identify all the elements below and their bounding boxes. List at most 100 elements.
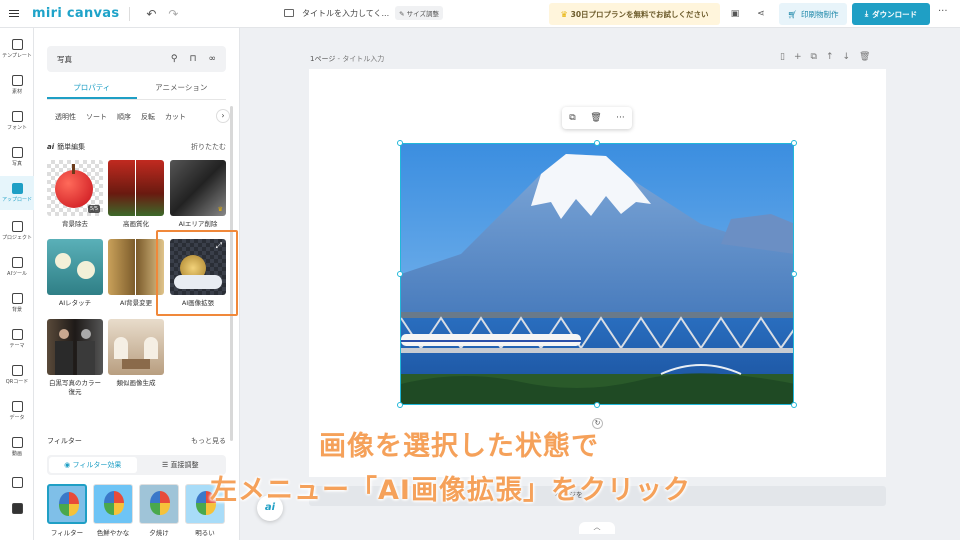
menu-icon[interactable] (0, 0, 28, 28)
collapse-button[interactable]: 折りたたむ (191, 142, 226, 152)
tool-ai-retouch[interactable]: AIレタッチ (47, 239, 103, 308)
download-icon: ⤓ (864, 9, 869, 18)
resize-handle-s[interactable] (594, 402, 600, 408)
rail-item-font[interactable]: フォント (0, 104, 34, 138)
rail-item-elements[interactable]: 素材 (0, 68, 34, 102)
tool-label: 背景除去 (62, 220, 88, 228)
filter-item[interactable]: 夕焼け (139, 484, 179, 537)
filter-label: 夕焼け (149, 529, 169, 537)
tab-filter-effects-label: フィルター効果 (72, 461, 122, 469)
easy-edit-header: ai 簡単編集 折りたたむ (47, 142, 226, 152)
rail-label: フォント (6, 125, 27, 131)
more-icon[interactable]: ··· (938, 6, 948, 17)
easy-edit-title: 簡単編集 (57, 143, 86, 151)
rail-item-data[interactable]: データ (0, 394, 34, 428)
rail-item-background[interactable]: 背景 (0, 286, 34, 320)
rail-item-ai-tools[interactable]: AIツール (0, 250, 34, 284)
resize-handle-se[interactable] (791, 402, 797, 408)
filter-item[interactable]: フィルター (47, 484, 87, 537)
upload-icon (11, 183, 23, 194)
rail-item-video[interactable]: 動画 (0, 430, 34, 464)
size-adjust-button[interactable]: ✎ サイズ調整 (395, 6, 443, 20)
rail-label: アップロード (1, 197, 32, 203)
resize-handle-nw[interactable] (397, 140, 403, 146)
link-icon[interactable]: ∞ (209, 54, 217, 64)
subtab-transparency[interactable]: 透明性 (55, 112, 76, 122)
share-icon[interactable]: ⋖ (753, 6, 769, 22)
document-title[interactable]: タイトルを入力してく... (302, 8, 389, 19)
undo-icon[interactable]: ↶ (140, 7, 162, 21)
rail-label: プロジェクト (1, 235, 32, 241)
subtab-sort[interactable]: ソート (86, 112, 107, 122)
subtab-order[interactable]: 順序 (117, 112, 131, 122)
property-subtabs: 透明性 ソート 順序 反転 カット › (47, 109, 230, 124)
subtab-flip[interactable]: 反転 (141, 112, 155, 122)
tool-colorize[interactable]: 白黒写真のカラー復元 (47, 319, 103, 397)
rail-item-shape[interactable] (0, 492, 34, 526)
subtab-cut[interactable]: カット (165, 112, 186, 122)
chevron-up-icon[interactable]: ︿ (579, 522, 615, 534)
folder-icon[interactable] (284, 9, 294, 17)
resize-handle-ne[interactable] (791, 140, 797, 146)
fuji-photo-illustration (401, 144, 793, 404)
filter-title: フィルター (47, 437, 82, 445)
resize-handle-e[interactable] (791, 271, 797, 277)
tab-animation[interactable]: アニメーション (137, 78, 227, 99)
move-down-icon[interactable]: ↓ (842, 52, 850, 62)
redo-icon[interactable]: ↷ (162, 7, 184, 21)
new-page-icon[interactable]: ▯ (780, 52, 785, 62)
pro-trial-banner[interactable]: ♛ 30日プロプランを無料でお試しください (549, 3, 720, 25)
rail-item-upload[interactable]: アップロード (0, 176, 34, 210)
app-logo[interactable]: miri canvas (32, 6, 119, 21)
rail-item-qr[interactable]: QRコード (0, 358, 34, 392)
rail-item-template[interactable]: テンプレート (0, 32, 34, 66)
filter-thumb (47, 484, 87, 524)
music-icon (11, 476, 23, 488)
photo-icon (11, 147, 23, 158)
usage-badge: 5/5 (87, 205, 100, 213)
panel-header-title: 写真 (57, 54, 72, 64)
selected-photo[interactable] (400, 143, 794, 405)
delete-page-icon[interactable]: 🗑︎ (859, 52, 870, 62)
more-options-icon[interactable]: ··· (616, 113, 625, 123)
paint-roller-icon[interactable]: ⚲ (171, 54, 178, 64)
chevron-right-icon[interactable]: › (216, 109, 230, 123)
rail-item-theme[interactable]: テーマ (0, 322, 34, 356)
resize-handle-w[interactable] (397, 271, 403, 277)
document-title-area: タイトルを入力してく... ✎ サイズ調整 (284, 6, 443, 20)
colorize-thumb (47, 319, 103, 375)
background-removal-thumb: 5/5 (47, 160, 103, 216)
tab-properties[interactable]: プロパティ (47, 78, 137, 99)
filter-item[interactable]: 色鮮やかな (93, 484, 133, 537)
tab-filter-effects[interactable]: ◉ フィルター効果 (49, 457, 137, 473)
filter-header: フィルター もっと見る (47, 436, 226, 446)
rail-item-project[interactable]: プロジェクト (0, 214, 34, 248)
move-up-icon[interactable]: ↑ (826, 52, 834, 62)
resize-handle-n[interactable] (594, 140, 600, 146)
background-icon (11, 293, 23, 304)
resize-handle-sw[interactable] (397, 402, 403, 408)
data-icon (11, 401, 23, 412)
tool-upscale[interactable]: 高画質化 (108, 160, 164, 229)
filter-more-link[interactable]: もっと見る (191, 436, 226, 446)
duplicate-icon[interactable]: ⧉ (569, 113, 575, 123)
panel-header: 写真 ⚲ ⊓ ∞ (47, 46, 226, 72)
add-page-icon[interactable]: + (794, 52, 802, 62)
upscale-thumb (108, 160, 164, 216)
theme-icon (11, 329, 23, 340)
tool-similar-image[interactable]: 類似画像生成 (108, 319, 164, 388)
calendar-icon[interactable]: ▣ (727, 6, 743, 22)
template-icon (11, 39, 23, 50)
rail-item-photo[interactable]: 写真 (0, 140, 34, 174)
page-title[interactable]: タイトル入力 (342, 55, 384, 63)
tool-ai-area-erase[interactable]: ♛ AIエリア削除 (170, 160, 226, 229)
cart-icon: 🛒︎ (787, 9, 798, 19)
duplicate-page-icon[interactable]: ⧉ (811, 52, 817, 62)
element-toolbar: ⧉ 🗑︎ ··· (562, 107, 632, 129)
trash-icon[interactable]: 🗑︎ (590, 113, 601, 123)
download-button[interactable]: ⤓ ダウンロード (852, 3, 930, 25)
unlock-icon[interactable]: ⊓ (189, 54, 196, 64)
tool-background-removal[interactable]: 5/5 背景除去 (47, 160, 103, 229)
print-button[interactable]: 🛒︎ 印刷物制作 (779, 3, 847, 25)
ai-tools-icon (11, 257, 23, 268)
